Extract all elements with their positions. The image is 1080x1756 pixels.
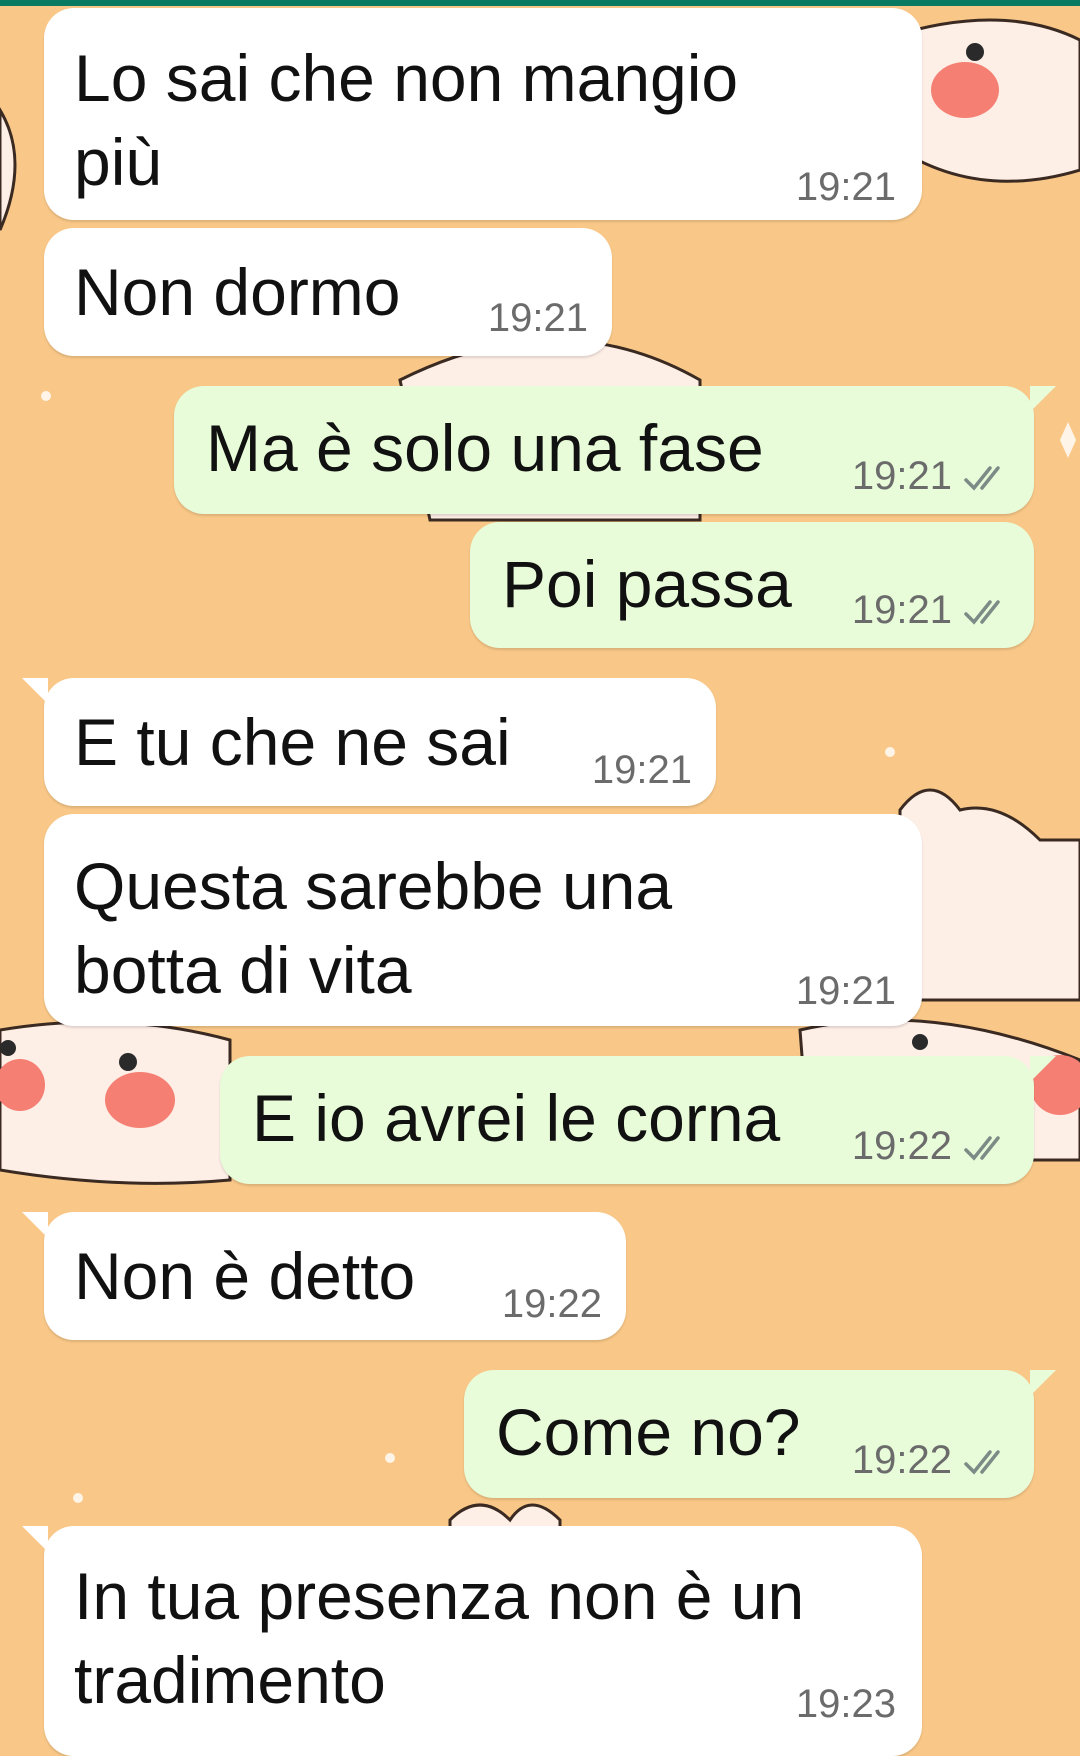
read-check-icon — [964, 466, 1000, 491]
read-check-icon — [964, 1450, 1000, 1475]
message-text: Questa sarebbe una botta di vita — [74, 849, 673, 1007]
message-time: 19:22 — [851, 1124, 952, 1168]
message-text: E io avrei le corna — [252, 1081, 781, 1155]
message-time: 19:21 — [795, 969, 896, 1013]
message-time: 19:21 — [591, 748, 692, 792]
message-outgoing[interactable]: Poi passa 19:21 — [470, 522, 1034, 648]
message-text: E tu che ne sai — [74, 705, 511, 779]
message-outgoing[interactable]: E io avrei le corna 19:22 — [220, 1056, 1056, 1184]
message-text: Non è detto — [74, 1239, 416, 1313]
message-time: 19:21 — [851, 588, 952, 632]
read-check-icon — [964, 1136, 1000, 1161]
message-incoming[interactable]: In tua presenza non è un tradimento 19:2… — [22, 1526, 922, 1756]
message-time: 19:21 — [851, 454, 952, 498]
message-incoming[interactable]: Lo sai che non mangio più 19:21 — [44, 8, 922, 220]
message-time: 19:21 — [795, 165, 896, 209]
message-text: Non dormo — [74, 255, 401, 329]
message-time: 19:22 — [851, 1438, 952, 1482]
message-text: Ma è solo una fase — [206, 411, 764, 485]
message-incoming[interactable]: Questa sarebbe una botta di vita 19:21 — [44, 814, 922, 1026]
message-text: Poi passa — [502, 547, 792, 621]
message-text: In tua presenza non è un tradimento — [74, 1559, 805, 1717]
message-incoming[interactable]: Non dormo 19:21 — [44, 228, 612, 356]
message-text: Come no? — [496, 1395, 801, 1469]
message-outgoing[interactable]: Ma è solo una fase 19:21 — [174, 386, 1056, 514]
message-text: Lo sai che non mangio più — [74, 41, 739, 199]
read-check-icon — [964, 600, 1000, 625]
message-list[interactable]: Lo sai che non mangio più 19:21 Non dorm… — [0, 0, 1080, 1756]
message-time: 19:22 — [501, 1282, 602, 1326]
message-incoming[interactable]: E tu che ne sai 19:21 — [22, 678, 716, 806]
message-time: 19:21 — [487, 296, 588, 340]
message-outgoing[interactable]: Come no? 19:22 — [464, 1370, 1056, 1498]
message-time: 19:23 — [795, 1682, 896, 1726]
message-incoming[interactable]: Non è detto 19:22 — [22, 1212, 626, 1340]
